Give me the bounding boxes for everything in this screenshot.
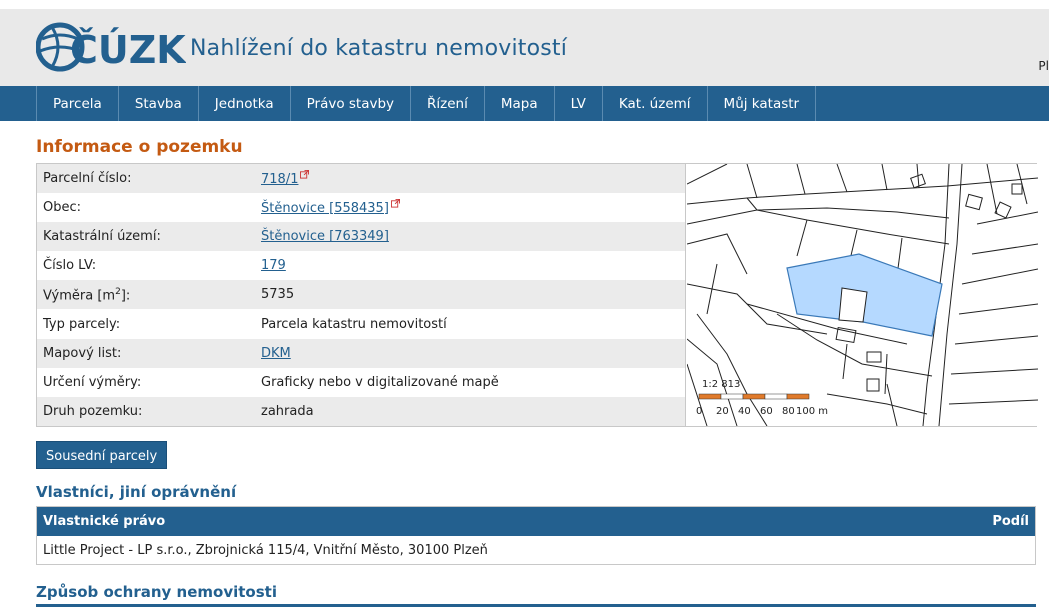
column-share: Podíl (992, 514, 1029, 529)
external-link-icon (300, 170, 310, 179)
nav-item-0[interactable]: Parcela (37, 86, 119, 121)
area-value: 5735 (261, 287, 295, 303)
cuzk-logo[interactable]: ČÚZK (35, 21, 187, 73)
nav-item-4[interactable]: Řízení (411, 86, 485, 121)
parcel-info-table: Parcelní číslo: 718/1 Obec: Štěnovice [5… (37, 164, 686, 426)
logo-text: ČÚZK (70, 28, 186, 72)
area-determination-value: Graficky nebo v digitalizované mapě (261, 374, 499, 390)
land-type-value: zahrada (261, 403, 314, 419)
info-row-municipality: Obec: Štěnovice [558435] (37, 193, 685, 223)
nav-item-3[interactable]: Právo stavby (291, 86, 412, 121)
parcel-map-preview[interactable]: 1:2 813 0 20 40 60 80 100 m (687, 164, 1038, 426)
owner-name: Little Project - LP s.r.o., Zbrojnická 1… (43, 542, 488, 558)
scale-label: 80 (782, 406, 795, 417)
site-header: ČÚZK Nahlížení do katastru nemovitostí P… (0, 9, 1049, 86)
info-label: Číslo LV: (43, 258, 97, 274)
cadastral-map[interactable]: 1:2 813 0 20 40 60 80 100 m (687, 164, 1038, 426)
protection-section-title: Způsob ochrany nemovitosti (36, 583, 277, 601)
header-right-text[interactable]: Pl (1038, 59, 1049, 73)
info-row-area: Výměra [m2]: 5735 (37, 280, 685, 310)
scale-label: 20 (716, 406, 729, 417)
main-nav: Parcela Stavba Jednotka Právo stavby Řízení M… (0, 86, 1049, 121)
column-ownership-right: Vlastnické právo (43, 514, 166, 529)
neighbor-parcels-button[interactable]: Sousední parcely (36, 441, 168, 469)
owners-section-title: Vlastníci, jiní oprávnění (36, 483, 237, 501)
owners-table: Vlastnické právo Podíl Little Project - … (36, 506, 1036, 565)
scale-label: 60 (760, 406, 773, 417)
info-row-parcel-type: Typ parcely: Parcela katastru nemovitost… (37, 309, 685, 339)
parcel-number-link[interactable]: 718/1 (255, 170, 310, 187)
info-row-map-sheet: Mapový list: DKM (37, 338, 685, 368)
info-label: Katastrální území: (43, 229, 161, 245)
info-row-land-type: Druh pozemku: zahrada (37, 396, 685, 426)
cadastral-area-link[interactable]: Štěnovice [763349] (255, 229, 389, 244)
nav-item-7[interactable]: Kat. území (603, 86, 708, 121)
lv-number-link[interactable]: 179 (255, 258, 286, 273)
map-sheet-link[interactable]: DKM (255, 346, 291, 361)
owners-table-header: Vlastnické právo Podíl (37, 507, 1035, 536)
map-scale-ratio: 1:2 813 (702, 379, 740, 390)
info-row-area-determination: Určení výměry: Graficky nebo v digitaliz… (37, 367, 685, 397)
info-row-parcel-number: Parcelní číslo: 718/1 (37, 164, 685, 194)
municipality-link[interactable]: Štěnovice [558435] (255, 199, 400, 216)
nav-item-8[interactable]: Můj katastr (708, 86, 817, 121)
info-label: Parcelní číslo: (43, 171, 132, 187)
info-label: Mapový list: (43, 345, 122, 361)
info-label: Určení výměry: (43, 374, 142, 390)
nav-item-1[interactable]: Stavba (119, 86, 199, 121)
map-scale-bar (698, 393, 810, 400)
info-label: Výměra [m2]: (43, 286, 131, 304)
parcel-type-value: Parcela katastru nemovitostí (261, 316, 447, 332)
scale-label: 40 (738, 406, 751, 417)
info-label: Druh pozemku: (43, 403, 143, 419)
top-strip (0, 0, 1049, 9)
parcel-info-panel: Parcelní číslo: 718/1 Obec: Štěnovice [5… (36, 163, 1038, 427)
nav-item-5[interactable]: Mapa (485, 86, 555, 121)
external-link-icon (390, 199, 400, 208)
nav-item-2[interactable]: Jednotka (199, 86, 291, 121)
scale-label: 0 (696, 406, 702, 417)
table-row: Little Project - LP s.r.o., Zbrojnická 1… (37, 536, 1035, 564)
info-row-cadastral-area: Katastrální území: Štěnovice [763349] (37, 222, 685, 252)
nav-item-6[interactable]: LV (555, 86, 603, 121)
info-row-lv-number: Číslo LV: 179 (37, 251, 685, 281)
info-label: Obec: (43, 200, 82, 216)
parcel-section-title: Informace o pozemku (36, 137, 243, 157)
info-label: Typ parcely: (43, 316, 121, 332)
site-title: Nahlížení do katastru nemovitostí (190, 36, 568, 61)
scale-label: 100 m (796, 406, 828, 417)
